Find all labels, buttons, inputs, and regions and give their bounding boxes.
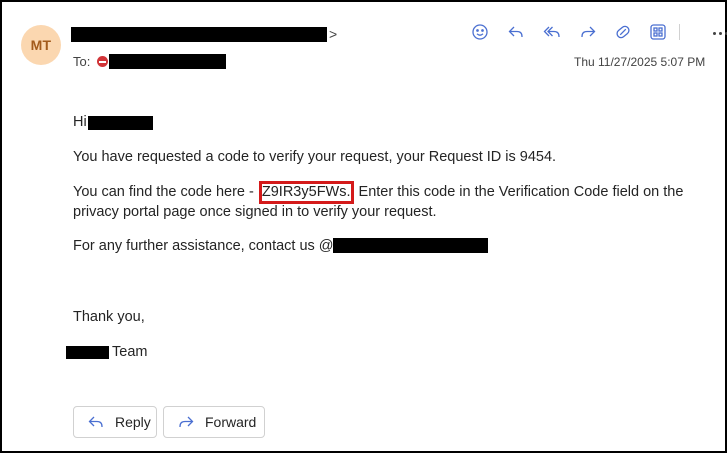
link-icon[interactable] <box>613 21 633 43</box>
reply-all-icon[interactable] <box>542 21 562 43</box>
contact-email-redacted[interactable] <box>333 238 488 253</box>
code-prefix: You can find the code here - <box>73 184 254 200</box>
code-line: You can find the code here - Z9IR3y5FWs.… <box>73 181 683 204</box>
greeting-line: Hi <box>73 112 87 133</box>
team-label: Team <box>112 344 148 360</box>
chevron-right-icon[interactable]: > <box>329 26 337 42</box>
more-icon[interactable] <box>713 32 727 35</box>
verification-code: Z9IR3y5FWs. <box>258 181 354 204</box>
email-reading-pane: MT > To: Thu 11/27/2025 5:07 PM Hi You h… <box>0 0 727 453</box>
reply-icon <box>88 416 103 427</box>
apps-icon[interactable] <box>648 21 668 43</box>
emoji-icon[interactable] <box>470 21 490 43</box>
forward-button-label: Forward <box>205 414 257 430</box>
reply-icon[interactable] <box>506 21 526 43</box>
contact-line: For any further assistance, contact us @ <box>73 238 334 254</box>
sender-avatar[interactable]: MT <box>21 25 61 65</box>
code-line-continued: privacy portal page once signed in to ve… <box>73 204 437 220</box>
request-id-line: You have requested a code to verify your… <box>73 149 557 165</box>
forward-button[interactable]: Forward <box>163 406 265 438</box>
toolbar-divider <box>679 24 680 40</box>
reply-button[interactable]: Reply <box>73 406 157 438</box>
to-label: To: <box>73 54 91 69</box>
sender-name-redacted <box>71 27 327 42</box>
recipient-redacted[interactable] <box>109 54 226 69</box>
received-date: Thu 11/27/2025 5:07 PM <box>574 55 706 69</box>
forward-icon[interactable] <box>578 21 598 43</box>
thanks-line: Thank you, <box>73 309 145 325</box>
reply-button-label: Reply <box>115 414 151 430</box>
forward-icon <box>179 416 194 427</box>
greeting: Hi <box>73 114 87 130</box>
blocked-icon <box>97 56 108 67</box>
recipient-name-redacted <box>88 116 153 130</box>
code-suffix: Enter this code in the Verification Code… <box>358 184 684 200</box>
team-name-redacted <box>66 346 109 359</box>
